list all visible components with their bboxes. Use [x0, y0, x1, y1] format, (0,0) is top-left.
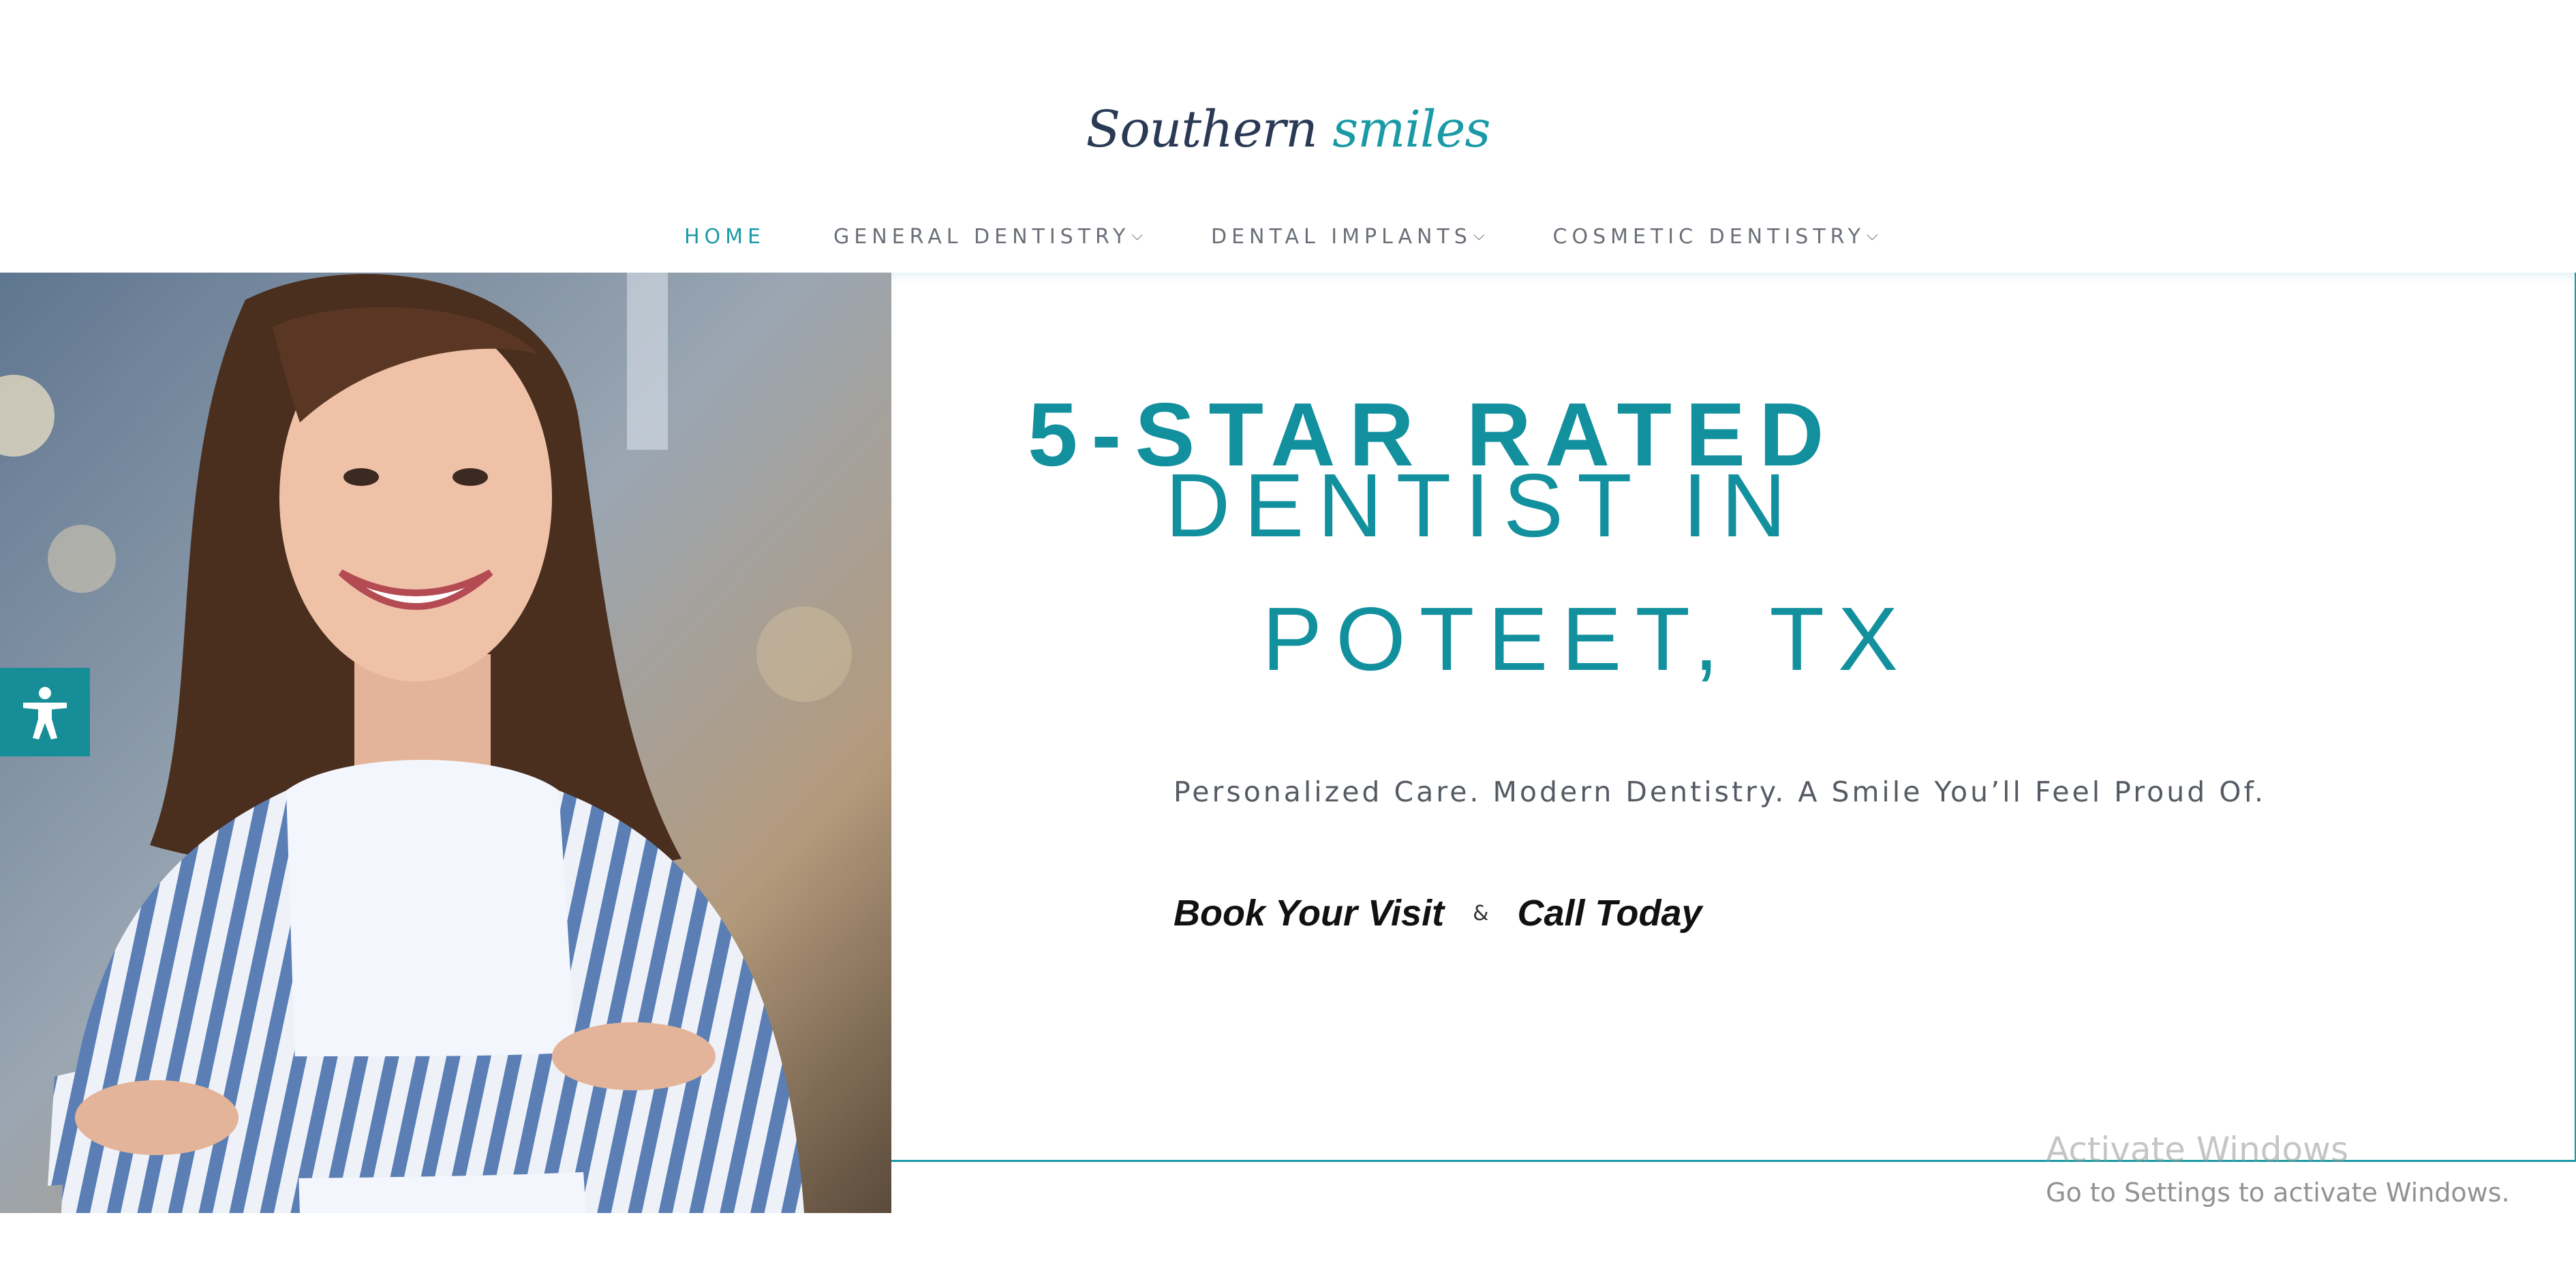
nav-item-label: GENERAL DENTISTRY [833, 224, 1131, 249]
page: Southern smiles HOME GENERAL DENTISTRY ⌵… [0, 0, 2576, 1288]
book-visit-link[interactable]: Book Your Visit [1174, 892, 1444, 934]
nav-item-cosmetic-dentistry[interactable]: COSMETIC DENTISTRY ⌵ [1553, 225, 1878, 249]
accessibility-person-icon [23, 687, 67, 739]
nav-item-dental-implants[interactable]: DENTAL IMPLANTS ⌵ [1211, 225, 1485, 249]
chevron-down-icon: ⌵ [1473, 226, 1485, 244]
main-nav: HOME GENERAL DENTISTRY ⌵ DENTAL IMPLANTS… [684, 219, 1878, 254]
nav-item-home[interactable]: HOME [684, 225, 765, 249]
nav-item-general-dentistry[interactable]: GENERAL DENTISTRY ⌵ [833, 225, 1143, 249]
logo-word-southern: Southern [1086, 100, 1318, 159]
hero-photo [0, 273, 891, 1213]
hero-portrait-illustration [0, 273, 891, 1213]
hero-cta-row: Book Your Visit & Call Today [1174, 886, 1702, 940]
cta-separator: & [1473, 901, 1489, 925]
chevron-down-icon: ⌵ [1866, 226, 1878, 244]
chevron-down-icon: ⌵ [1131, 226, 1143, 244]
accessibility-button[interactable] [0, 668, 90, 756]
hero-tagline: Personalized Care. Modern Dentistry. A S… [1174, 776, 2267, 808]
nav-item-label: HOME [684, 224, 766, 249]
call-today-link[interactable]: Call Today [1517, 892, 1702, 934]
nav-item-label: COSMETIC DENTISTRY [1552, 224, 1865, 249]
hero-headline-line-2: DENTIST IN [1165, 455, 1800, 555]
nav-item-label: DENTAL IMPLANTS [1211, 224, 1472, 249]
hero-headline-line-3: POTEET, TX [1262, 589, 1912, 689]
site-logo[interactable]: Southern smiles [0, 95, 2576, 164]
watermark-subtitle: Go to Settings to activate Windows. [2046, 1178, 2510, 1208]
logo-word-smiles: smiles [1332, 100, 1490, 159]
